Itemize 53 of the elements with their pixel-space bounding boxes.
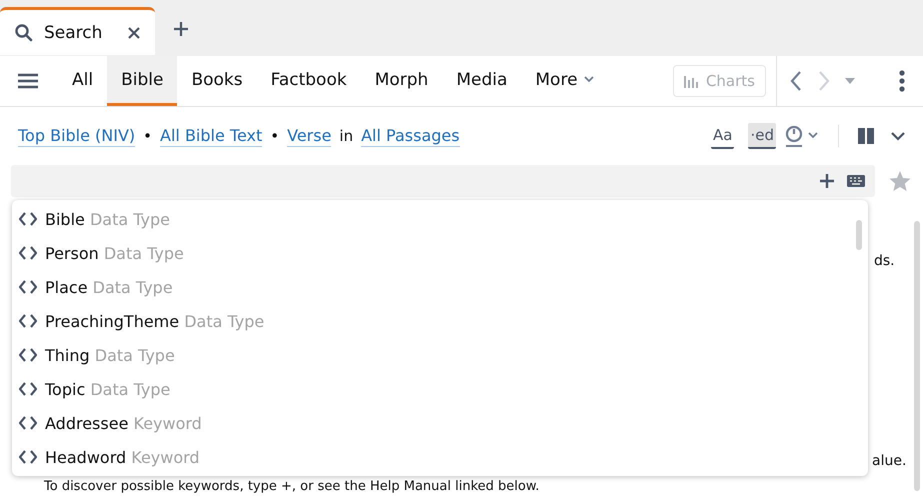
scrollbar[interactable] bbox=[914, 221, 920, 491]
search-field[interactable] bbox=[11, 165, 875, 197]
add-tab-icon[interactable] bbox=[173, 21, 189, 37]
query-separator: • bbox=[143, 127, 152, 145]
suggestion-item[interactable]: Thing Data Type bbox=[12, 338, 868, 372]
search-tab[interactable]: Search bbox=[0, 7, 155, 55]
nav-tab[interactable]: Media bbox=[442, 56, 522, 106]
timer-icon[interactable] bbox=[784, 124, 820, 148]
body-text: alue. bbox=[872, 453, 906, 469]
suggestion-item[interactable]: Addressee Keyword bbox=[12, 406, 868, 440]
code-icon bbox=[19, 382, 37, 396]
query-separator: • bbox=[270, 127, 280, 145]
suggestion-item[interactable]: Place Data Type bbox=[12, 270, 868, 304]
chevron-down-icon[interactable] bbox=[891, 132, 905, 140]
query-separator: in bbox=[339, 127, 354, 145]
code-icon bbox=[19, 314, 37, 328]
match-forms-button[interactable]: ·ed bbox=[748, 123, 776, 149]
code-icon bbox=[19, 212, 37, 226]
code-icon bbox=[19, 246, 37, 260]
search-icon bbox=[14, 22, 34, 42]
suggestion-item[interactable]: Bible Data Type bbox=[12, 202, 868, 236]
nav-tab[interactable]: Factbook bbox=[256, 56, 361, 106]
add-icon[interactable] bbox=[819, 173, 835, 189]
nav-tab[interactable]: All bbox=[58, 56, 108, 106]
more-menu[interactable]: More bbox=[521, 56, 608, 106]
code-icon bbox=[19, 450, 37, 464]
code-icon bbox=[19, 280, 37, 294]
suggestion-item[interactable]: Person Data Type bbox=[12, 236, 868, 270]
nav-tab[interactable]: Books bbox=[177, 56, 257, 106]
query-link[interactable]: Top Bible (NIV) bbox=[18, 126, 136, 146]
chevron-down-icon bbox=[584, 76, 594, 83]
suggestion-item[interactable]: Topic Data Type bbox=[12, 372, 868, 406]
back-icon[interactable] bbox=[789, 70, 803, 92]
star-icon[interactable] bbox=[889, 170, 911, 192]
match-case-button[interactable]: Aa bbox=[711, 123, 734, 149]
more-options-icon[interactable] bbox=[899, 70, 905, 92]
suggestion-item[interactable]: Headword Keyword bbox=[12, 440, 868, 474]
body-text: ds. bbox=[874, 253, 895, 269]
nav-tab[interactable]: Morph bbox=[360, 56, 442, 106]
keyboard-icon[interactable] bbox=[847, 175, 865, 187]
query-link[interactable]: Verse bbox=[287, 126, 332, 146]
columns-icon[interactable] bbox=[857, 127, 875, 145]
close-icon[interactable] bbox=[127, 26, 141, 40]
query-link[interactable]: All Passages bbox=[361, 126, 460, 146]
bar-chart-icon bbox=[684, 74, 700, 88]
nav-tab[interactable]: Bible bbox=[107, 56, 178, 106]
menu-icon[interactable] bbox=[18, 73, 38, 89]
code-icon bbox=[19, 416, 37, 430]
code-icon bbox=[19, 348, 37, 362]
suggestion-item[interactable]: PreachingTheme Data Type bbox=[12, 304, 868, 338]
scrollbar[interactable] bbox=[856, 220, 862, 250]
help-text: To discover possible keywords, type +, or see the Help Manual linked below. bbox=[44, 479, 540, 494]
query-link[interactable]: All Bible Text bbox=[160, 126, 262, 146]
